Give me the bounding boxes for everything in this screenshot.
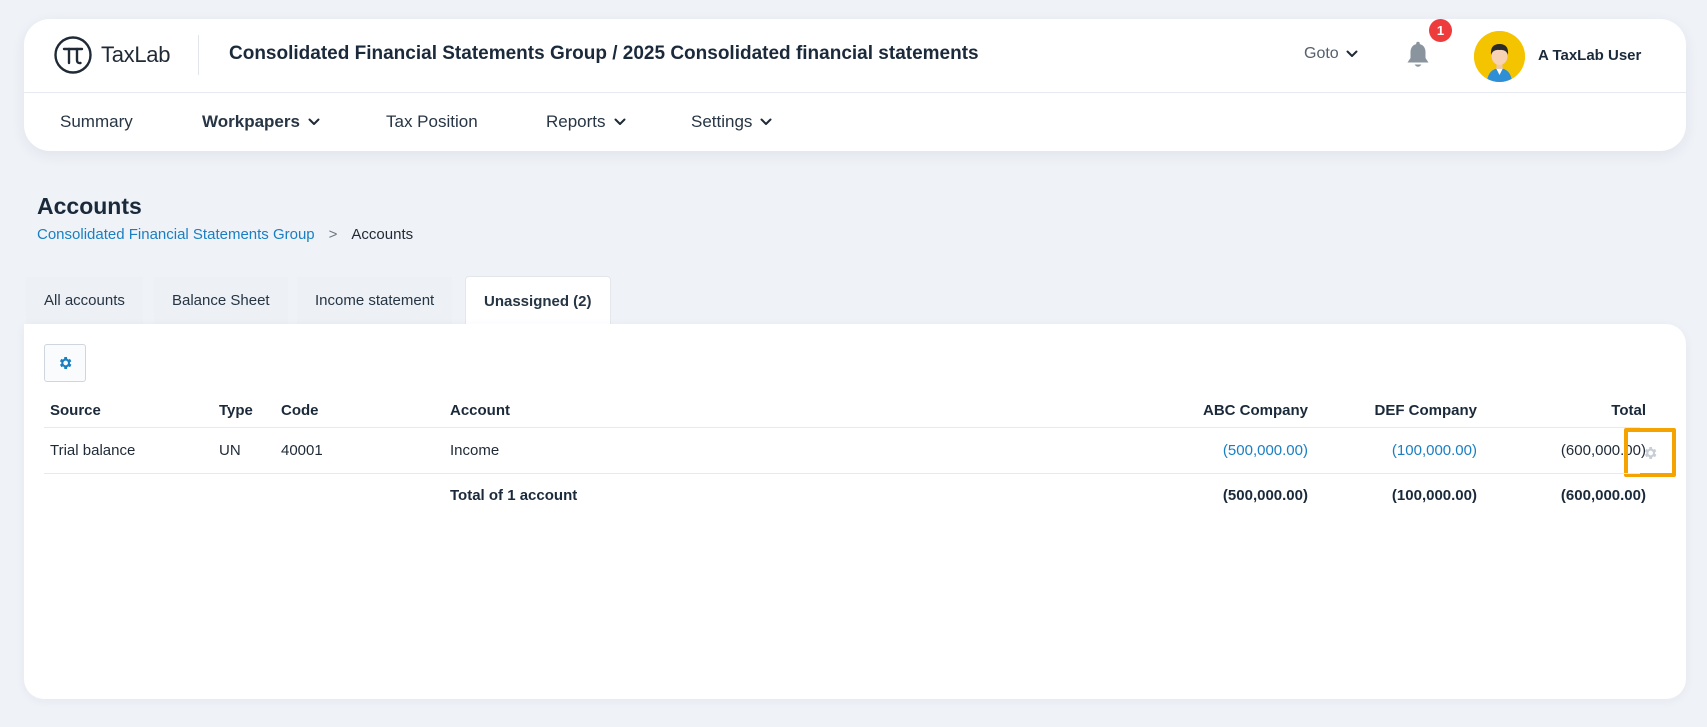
- chevron-down-icon: [614, 118, 626, 125]
- row-settings-button[interactable]: [1624, 428, 1676, 477]
- col-header-total[interactable]: Total: [1394, 402, 1646, 419]
- breadcrumb: Consolidated Financial Statements Group …: [37, 226, 413, 243]
- gear-icon: [1644, 446, 1657, 459]
- nav-reports[interactable]: Reports: [546, 112, 626, 132]
- tab-label: All accounts: [44, 292, 125, 309]
- tab-unassigned[interactable]: Unassigned (2): [465, 276, 611, 325]
- cell-account: Income: [450, 442, 500, 459]
- pi-logo-icon: [54, 36, 92, 74]
- total-label: Total of 1 account: [450, 487, 578, 504]
- col-header-code[interactable]: Code: [281, 402, 319, 419]
- tab-balance-sheet[interactable]: Balance Sheet: [154, 277, 288, 325]
- nav-reports-label: Reports: [546, 112, 606, 131]
- user-avatar-icon: [1474, 31, 1525, 82]
- chevron-down-icon: [308, 118, 320, 125]
- cell-type: UN: [219, 442, 241, 459]
- nav-workpapers-label: Workpapers: [202, 112, 300, 131]
- bell-icon[interactable]: [1404, 41, 1432, 71]
- breadcrumb-separator: >: [328, 226, 338, 243]
- row-divider: [44, 473, 1640, 474]
- gear-icon: [59, 357, 72, 369]
- logo-text: TaxLab: [101, 42, 171, 67]
- goto-dropdown[interactable]: Goto: [1304, 45, 1358, 63]
- page-heading: Consolidated Financial Statements Group …: [229, 43, 979, 64]
- col-header-type[interactable]: Type: [219, 402, 253, 419]
- goto-label: Goto: [1304, 45, 1339, 62]
- cell-source: Trial balance: [50, 442, 136, 459]
- total-grand: (600,000.00): [1560, 487, 1646, 504]
- tab-label: Unassigned (2): [484, 292, 592, 310]
- notification-badge: 1: [1429, 19, 1452, 42]
- chevron-down-icon: [760, 118, 772, 125]
- nav-workpapers[interactable]: Workpapers: [202, 112, 320, 132]
- col-header-account[interactable]: Account: [450, 402, 510, 419]
- breadcrumb-current: Accounts: [351, 226, 414, 243]
- nav-settings[interactable]: Settings: [691, 112, 772, 132]
- tab-label: Balance Sheet: [172, 292, 270, 309]
- chevron-down-icon: [1346, 50, 1358, 57]
- nav-tax-position[interactable]: Tax Position: [386, 112, 478, 132]
- user-name[interactable]: A TaxLab User: [1538, 47, 1641, 64]
- cell-code: 40001: [281, 442, 323, 459]
- app-logo[interactable]: TaxLab: [53, 35, 170, 75]
- table-settings-button[interactable]: [44, 344, 86, 382]
- tab-income-statement[interactable]: Income statement: [297, 277, 453, 325]
- nav-summary[interactable]: Summary: [60, 112, 133, 132]
- header-card: TaxLab Consolidated Financial Statements…: [24, 19, 1686, 151]
- nav-settings-label: Settings: [691, 112, 753, 131]
- breadcrumb-group-link[interactable]: Consolidated Financial Statements Group: [37, 226, 315, 243]
- top-bar: TaxLab Consolidated Financial Statements…: [24, 19, 1686, 93]
- logo-divider: [198, 35, 199, 75]
- avatar[interactable]: [1474, 31, 1525, 82]
- row-divider: [44, 427, 1640, 428]
- page-title: Accounts: [37, 193, 142, 219]
- cell-total-amount: (600,000.00): [1560, 442, 1646, 459]
- col-header-source[interactable]: Source: [50, 402, 101, 419]
- tab-label: Income statement: [315, 292, 435, 309]
- nav-tax-position-label: Tax Position: [386, 112, 478, 131]
- main-nav: Summary Workpapers Tax Position Reports …: [24, 94, 1686, 151]
- nav-summary-label: Summary: [60, 112, 133, 131]
- accounts-panel: Source Type Code Account ABC Company DEF…: [24, 324, 1686, 699]
- tab-all-accounts[interactable]: All accounts: [26, 277, 143, 325]
